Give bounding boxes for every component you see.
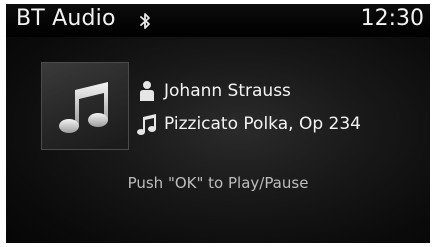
- track-title: Pizzicato Polka, Op 234: [164, 114, 361, 134]
- artist-name: Johann Strauss: [164, 81, 291, 101]
- person-icon: [140, 81, 154, 101]
- status-bar: BT Audio 12:30: [6, 4, 430, 37]
- clock: 12:30: [360, 6, 424, 31]
- bt-audio-screen: BT Audio 12:30 Johann Strauss Pizzicato …: [6, 4, 430, 243]
- track-row: Pizzicato Polka, Op 234: [136, 111, 361, 137]
- play-pause-hint: Push "OK" to Play/Pause: [127, 174, 309, 192]
- bluetooth-icon: [140, 13, 150, 29]
- music-note-icon: [59, 82, 108, 133]
- artist-row: Johann Strauss: [136, 78, 291, 104]
- music-note-icon: [137, 114, 156, 135]
- screen-title: BT Audio: [16, 6, 116, 31]
- album-art: [41, 62, 129, 150]
